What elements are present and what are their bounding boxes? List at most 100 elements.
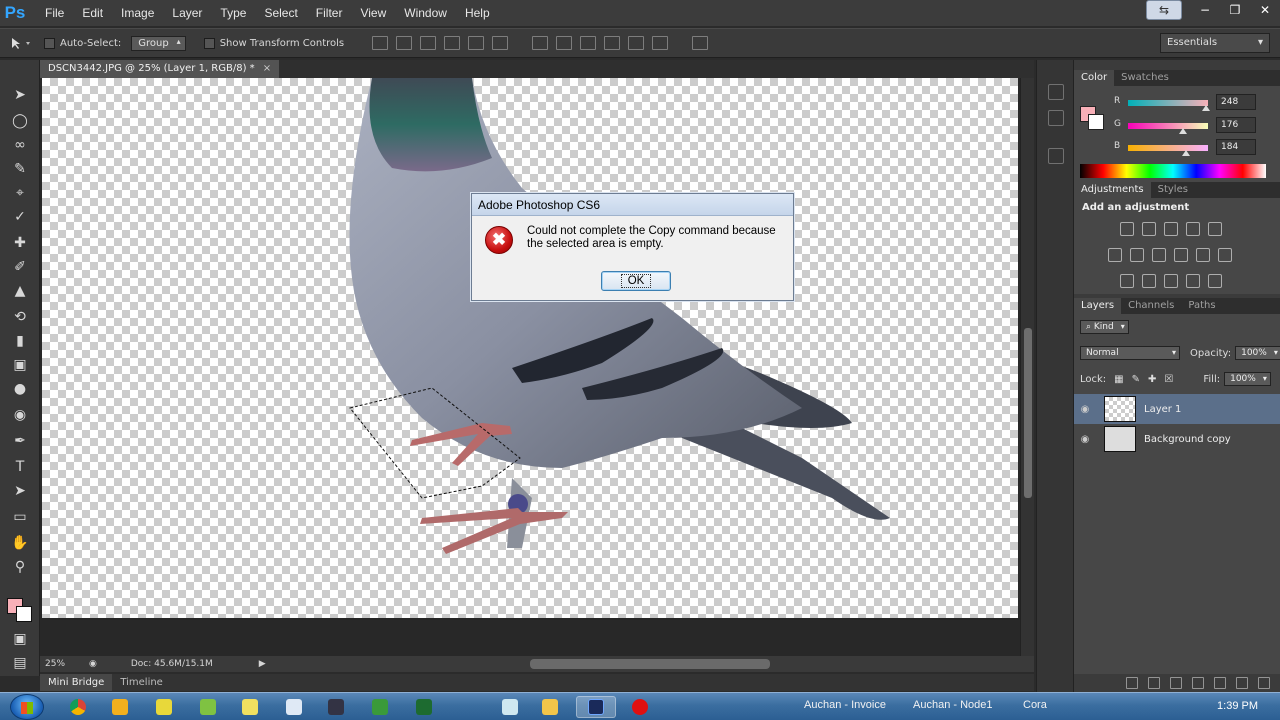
status-menu-arrow-icon[interactable]: ▶ [259, 659, 266, 669]
taskbar-label-auchan-invoice[interactable]: Auchan - Invoice [804, 699, 886, 711]
blend-mode-dropdown[interactable]: Normal [1080, 346, 1180, 360]
app3-taskbar-icon[interactable] [144, 696, 184, 718]
align-hcenter-icon[interactable] [468, 36, 485, 50]
red-value[interactable]: 248 [1216, 94, 1256, 110]
new-layer-icon[interactable] [1236, 677, 1248, 689]
app8-taskbar-icon[interactable] [360, 696, 400, 718]
align-bottom-icon[interactable] [420, 36, 437, 50]
rectangle-tool-icon[interactable]: ▭ [8, 506, 32, 528]
tab-mini-bridge[interactable]: Mini Bridge [40, 674, 113, 691]
photo-filter-icon[interactable] [1174, 248, 1188, 262]
distribute-bottom-icon[interactable] [580, 36, 597, 50]
photoshop-taskbar-icon[interactable] [576, 696, 616, 718]
menu-image[interactable]: Image [112, 0, 163, 26]
clone-stamp-tool-icon[interactable]: ▲ [8, 280, 32, 302]
levels-icon[interactable] [1142, 222, 1156, 236]
close-button[interactable]: ✕ [1250, 0, 1280, 20]
app7-taskbar-icon[interactable] [316, 696, 356, 718]
layer-kind-dropdown[interactable]: ⌕ Kind [1080, 320, 1129, 334]
app9-taskbar-icon[interactable] [404, 696, 444, 718]
layer-row-background-copy[interactable]: ◉ Background copy [1074, 424, 1280, 454]
tab-paths[interactable]: Paths [1181, 298, 1222, 314]
tab-channels[interactable]: Channels [1121, 298, 1181, 314]
screen-mode-icon[interactable]: ▤ [8, 652, 32, 674]
threshold-icon[interactable] [1164, 274, 1178, 288]
dodge-tool-icon[interactable]: ◉ [8, 404, 32, 426]
move-tool-preset[interactable] [10, 36, 34, 50]
actions-panel-icon[interactable] [1048, 110, 1064, 126]
green-value[interactable]: 176 [1216, 117, 1256, 133]
visibility-eye-icon[interactable]: ◉ [1074, 404, 1096, 415]
red-knob[interactable] [1201, 105, 1210, 111]
start-button[interactable] [10, 694, 44, 720]
path-select-tool-icon[interactable]: ➤ [8, 480, 32, 502]
show-transform-checkbox[interactable] [203, 37, 215, 49]
new-group-icon[interactable] [1214, 677, 1226, 689]
move-tool-icon[interactable]: ➤ [8, 84, 32, 106]
pen-tool-icon[interactable]: ✒ [8, 430, 32, 452]
distribute-right-icon[interactable] [652, 36, 669, 50]
channel-mixer-icon[interactable] [1196, 248, 1210, 262]
recorder-taskbar-icon[interactable] [620, 696, 660, 718]
horizontal-scroll-thumb[interactable] [530, 659, 770, 669]
color-background-swatch[interactable] [1088, 114, 1104, 130]
layer-style-icon[interactable] [1148, 677, 1160, 689]
blue-value[interactable]: 184 [1216, 139, 1256, 155]
posterize-icon[interactable] [1142, 274, 1156, 288]
type-tool-icon[interactable]: T [8, 456, 32, 478]
align-left-icon[interactable] [444, 36, 461, 50]
auto-select-dropdown[interactable]: Group [131, 35, 186, 51]
menu-window[interactable]: Window [395, 0, 456, 26]
history-brush-tool-icon[interactable]: ⟲ [8, 306, 32, 328]
lasso-tool-icon[interactable]: ∞ [8, 134, 32, 156]
align-top-icon[interactable] [372, 36, 389, 50]
eraser-tool-icon[interactable]: ▮ [8, 330, 32, 352]
lock-pixels-icon[interactable]: ✎ [1132, 374, 1140, 385]
restore-button[interactable]: ❐ [1220, 0, 1250, 20]
link-layers-icon[interactable] [1126, 677, 1138, 689]
menu-filter[interactable]: Filter [307, 0, 352, 26]
background-color-swatch[interactable] [16, 606, 32, 622]
lock-position-icon[interactable]: ✚ [1148, 374, 1156, 385]
marquee-tool-icon[interactable]: ◯ [8, 110, 32, 132]
distribute-vcenter-icon[interactable] [556, 36, 573, 50]
outlook-taskbar-icon[interactable] [100, 696, 140, 718]
delete-layer-icon[interactable] [1258, 677, 1270, 689]
app6-taskbar-icon[interactable] [274, 696, 314, 718]
distribute-hcenter-icon[interactable] [628, 36, 645, 50]
image-canvas[interactable] [42, 78, 1018, 618]
explorer-taskbar-icon[interactable] [530, 696, 570, 718]
eyedropper-tool-icon[interactable]: ✓ [8, 206, 32, 228]
taskbar-label-auchan-node1[interactable]: Auchan - Node1 [913, 699, 993, 711]
lock-all-icon[interactable]: ☒ [1164, 374, 1173, 385]
tab-styles[interactable]: Styles [1151, 182, 1195, 198]
color-spectrum[interactable] [1080, 164, 1266, 178]
notepad-taskbar-icon[interactable] [490, 696, 530, 718]
tab-layers[interactable]: Layers [1074, 298, 1122, 314]
healing-brush-tool-icon[interactable]: ✚ [8, 232, 32, 254]
red-slider[interactable]: R 248 [1114, 94, 1274, 111]
add-mask-icon[interactable] [1170, 677, 1182, 689]
hand-tool-icon[interactable]: ✋ [8, 532, 32, 554]
quick-mask-icon[interactable]: ▣ [8, 628, 32, 650]
color-balance-icon[interactable] [1130, 248, 1144, 262]
selective-color-icon[interactable] [1208, 274, 1222, 288]
brush-tool-icon[interactable]: ✐ [8, 256, 32, 278]
menu-view[interactable]: View [351, 0, 395, 26]
tab-adjustments[interactable]: Adjustments [1074, 182, 1151, 198]
history-panel-icon[interactable] [1048, 84, 1064, 100]
auto-select-checkbox[interactable] [44, 37, 55, 49]
taskbar-label-cora[interactable]: Cora [1023, 699, 1047, 711]
exposure-icon[interactable] [1186, 222, 1200, 236]
workspace-dropdown[interactable]: Essentials [1160, 33, 1270, 53]
hue-saturation-icon[interactable] [1108, 248, 1122, 262]
minimize-button[interactable]: − [1190, 0, 1220, 20]
brightness-contrast-icon[interactable] [1120, 222, 1134, 236]
new-adjustment-icon[interactable] [1192, 677, 1204, 689]
blue-slider[interactable]: B 184 [1114, 139, 1274, 156]
blur-tool-icon[interactable]: ● [8, 378, 32, 400]
auto-select-option[interactable]: Auto-Select: [44, 37, 121, 49]
menu-edit[interactable]: Edit [73, 0, 112, 26]
menu-layer[interactable]: Layer [163, 0, 211, 26]
tab-swatches[interactable]: Swatches [1114, 70, 1176, 86]
